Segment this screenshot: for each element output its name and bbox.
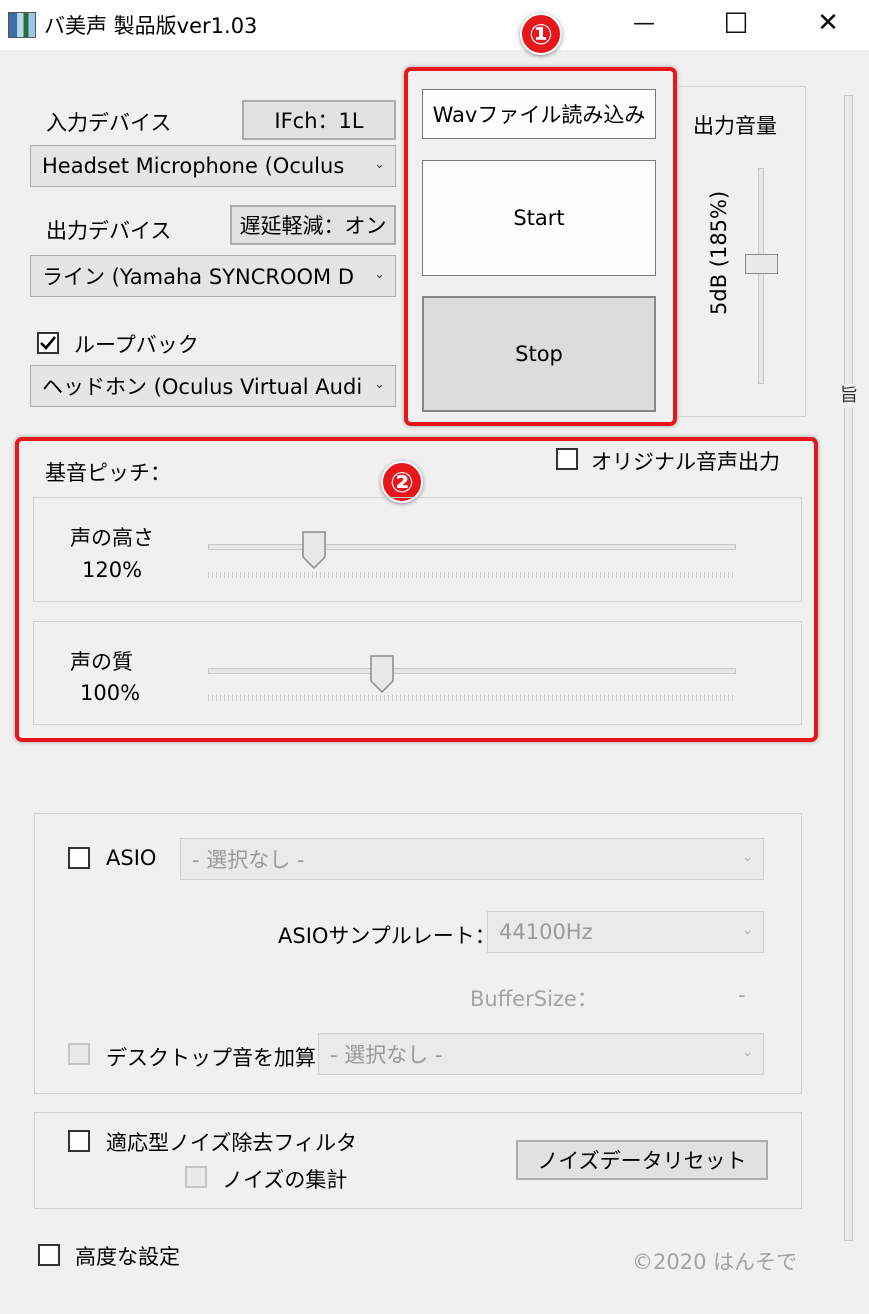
voice-height-label: 声の高さ xyxy=(70,526,154,550)
samplerate-value: 44100Hz xyxy=(499,920,593,944)
buffersize-label: BufferSize： xyxy=(470,987,598,1011)
advanced-settings-label: 高度な設定 xyxy=(75,1245,180,1269)
noise-aggregate-label: ノイズの集計 xyxy=(222,1168,348,1192)
asio-label: ASIO xyxy=(106,846,157,870)
samplerate-select[interactable]: 44100Hz ⌄ xyxy=(487,911,764,953)
noise-aggregate-checkbox[interactable] xyxy=(185,1166,207,1188)
volume-slider-thumb[interactable] xyxy=(745,254,778,274)
advanced-settings-checkbox[interactable] xyxy=(38,1244,60,1266)
desktop-audio-select[interactable]: - 選択なし - ⌄ xyxy=(318,1033,764,1075)
desktop-audio-value: - 選択なし - xyxy=(330,1043,443,1067)
original-output-label: オリジナル音声出力 xyxy=(591,450,780,474)
loopback-label: ループバック xyxy=(74,333,199,357)
slider-thumb-icon xyxy=(301,531,326,570)
voice-quality-value: 100% xyxy=(80,681,141,705)
chevron-down-icon: ⌄ xyxy=(742,923,753,938)
input-device-value: Headset Microphone (Oculus xyxy=(42,154,345,178)
chevron-down-icon: ⌄ xyxy=(374,157,385,172)
voice-height-ticks xyxy=(208,572,736,578)
voice-quality-track[interactable] xyxy=(208,668,736,674)
voice-quality-ticks xyxy=(208,695,736,701)
voice-quality-label: 声の質 xyxy=(70,650,133,674)
noise-filter-checkbox[interactable] xyxy=(68,1130,90,1152)
original-output-checkbox[interactable] xyxy=(556,448,578,470)
stop-button[interactable]: Stop xyxy=(422,296,656,412)
output-volume-label: 出力音量 xyxy=(693,114,777,138)
checkmark-icon xyxy=(40,336,57,350)
close-button[interactable]: ✕ xyxy=(805,0,851,46)
noise-filter-label: 適応型ノイズ除去フィルタ xyxy=(106,1131,357,1155)
start-button[interactable]: Start xyxy=(422,160,656,276)
loopback-device-value: ヘッドホン (Oculus Virtual Audi xyxy=(42,375,363,399)
window-title: バ美声 製品版ver1.03 xyxy=(44,14,258,38)
voice-height-track[interactable] xyxy=(208,544,736,550)
output-volume-value: 5dB (185%) xyxy=(707,190,731,315)
maximize-button[interactable]: ☐ xyxy=(713,0,759,46)
input-device-select[interactable]: Headset Microphone (Oculus ⌄ xyxy=(30,145,396,187)
loopback-device-select[interactable]: ヘッドホン (Oculus Virtual Audi ⌄ xyxy=(30,365,396,407)
wav-load-button[interactable]: Wavファイル読み込み xyxy=(422,89,656,139)
asio-device-value: - 選択なし - xyxy=(192,848,305,872)
output-device-label: 出力デバイス xyxy=(46,219,172,243)
chevron-down-icon: ⌄ xyxy=(742,850,753,865)
minimize-button[interactable]: — xyxy=(621,0,667,46)
latency-button[interactable]: 遅延軽減：オン xyxy=(230,205,396,245)
chevron-down-icon: ⌄ xyxy=(742,1045,753,1060)
asio-checkbox[interactable] xyxy=(68,847,90,869)
app-icon xyxy=(8,12,36,38)
voice-height-thumb[interactable] xyxy=(301,531,326,574)
voice-quality-thumb[interactable] xyxy=(370,655,394,698)
noise-reset-button[interactable]: ノイズデータリセット xyxy=(516,1140,768,1180)
loopback-checkbox[interactable] xyxy=(37,332,59,354)
asio-device-select[interactable]: - 選択なし - ⌄ xyxy=(180,838,764,880)
scrollbar-thumb-icon[interactable]: 旨 xyxy=(840,384,858,408)
copyright-text: ©2020 はんそで xyxy=(632,1250,798,1274)
slider-thumb-icon xyxy=(370,655,394,694)
right-scrollbar-track[interactable] xyxy=(844,95,853,1241)
close-icon: ✕ xyxy=(817,8,839,38)
desktop-audio-label: デスクトップ音を加算 xyxy=(106,1046,316,1070)
buffersize-value: - xyxy=(738,983,746,1007)
chevron-down-icon: ⌄ xyxy=(374,267,385,282)
minimize-icon: — xyxy=(633,10,655,36)
badge-1: ① xyxy=(520,13,562,55)
volume-slider-track[interactable] xyxy=(758,168,764,384)
output-device-value: ライン (Yamaha SYNCROOM D xyxy=(42,265,354,289)
voice-height-value: 120% xyxy=(82,558,143,582)
maximize-icon: ☐ xyxy=(723,6,749,40)
chevron-down-icon: ⌄ xyxy=(374,377,385,392)
samplerate-label: ASIOサンプルレート： xyxy=(278,924,496,948)
desktop-audio-checkbox[interactable] xyxy=(68,1043,90,1065)
ifch-button[interactable]: IFch：1L xyxy=(242,100,396,140)
output-device-select[interactable]: ライン (Yamaha SYNCROOM D ⌄ xyxy=(30,255,396,297)
input-device-label: 入力デバイス xyxy=(46,111,172,135)
pitch-title: 基音ピッチ： xyxy=(45,461,171,485)
